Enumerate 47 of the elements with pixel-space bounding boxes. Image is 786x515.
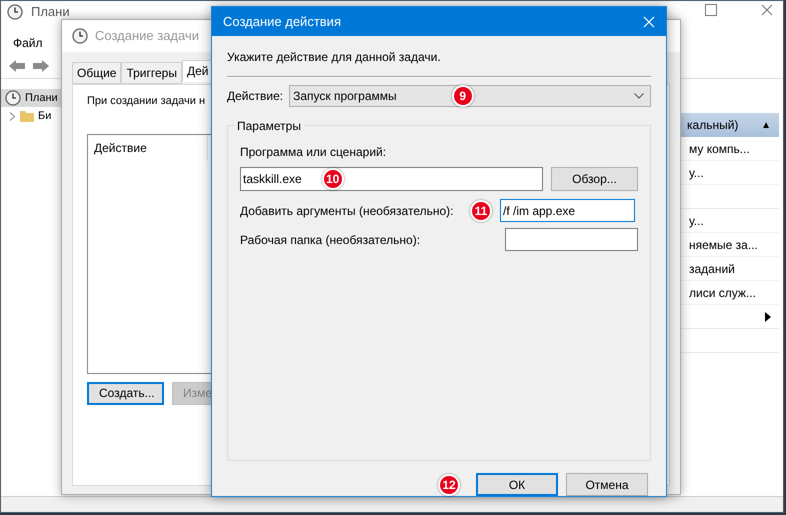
description-text: При создании задачи н [87, 94, 206, 109]
ok-button[interactable]: ОК [476, 473, 558, 496]
tab[interactable]: Триггеры [121, 62, 182, 84]
back-arrow-icon[interactable] [7, 58, 27, 74]
number-badge: 9 [452, 85, 474, 107]
browse-button[interactable]: Обзор... [550, 167, 638, 191]
window-title: Создание задачи [95, 27, 199, 46]
clock-icon [5, 90, 21, 106]
maximize-icon[interactable] [705, 4, 717, 16]
number-badge: 10 [322, 168, 344, 190]
dialog-title: Создание действия [223, 12, 341, 31]
chevron-icon[interactable] [9, 112, 16, 120]
action-button[interactable]: Создать... [87, 382, 164, 404]
actions-header: кальный) [687, 117, 738, 134]
number-badge: 11 [470, 200, 492, 222]
folder-field[interactable] [504, 228, 638, 251]
tab[interactable]: Дей [182, 60, 214, 82]
tab[interactable]: Общие [72, 62, 122, 84]
action-item[interactable]: му компь... [689, 140, 750, 158]
action-item[interactable]: у... [689, 164, 704, 182]
submenu-arrow-icon[interactable] [765, 312, 771, 322]
close-icon[interactable] [761, 4, 773, 16]
clock-icon [72, 28, 88, 44]
forward-arrow-icon[interactable] [31, 58, 51, 74]
tree-item[interactable]: Би [1, 107, 63, 125]
action-dropdown[interactable]: Запуск программы 9 [289, 85, 651, 107]
prompt-text: Укажите действие для данной задачи. [227, 49, 442, 66]
folder-label: Рабочая папка (необязательно): [240, 232, 422, 248]
menu-item[interactable]: Файл [13, 34, 43, 52]
collapse-toggle[interactable]: ▲ [761, 118, 771, 132]
program-field[interactable]: taskkill.exe 10 [240, 167, 543, 191]
action-label: Действие: [227, 88, 284, 105]
window-title: Плани [31, 4, 70, 20]
action-item[interactable]: лиси служ... [689, 284, 756, 302]
number-badge: 12 [438, 474, 460, 496]
tree-item[interactable]: Плани [1, 89, 63, 107]
program-label: Программа или сценарий: [240, 144, 388, 161]
action-item[interactable]: у... [689, 212, 704, 230]
arguments-field[interactable]: /f /im app.exe [500, 199, 635, 222]
clock-icon [7, 4, 23, 20]
chevron-down-icon [634, 93, 644, 99]
cancel-button[interactable]: Отмена [566, 473, 648, 496]
action-item[interactable]: няемые за... [689, 236, 758, 254]
arguments-label: Добавить аргументы (необязательно): [240, 202, 454, 220]
column-header[interactable]: Действие [88, 134, 208, 160]
folder-icon [19, 109, 35, 123]
action-item[interactable]: заданий [689, 260, 735, 278]
